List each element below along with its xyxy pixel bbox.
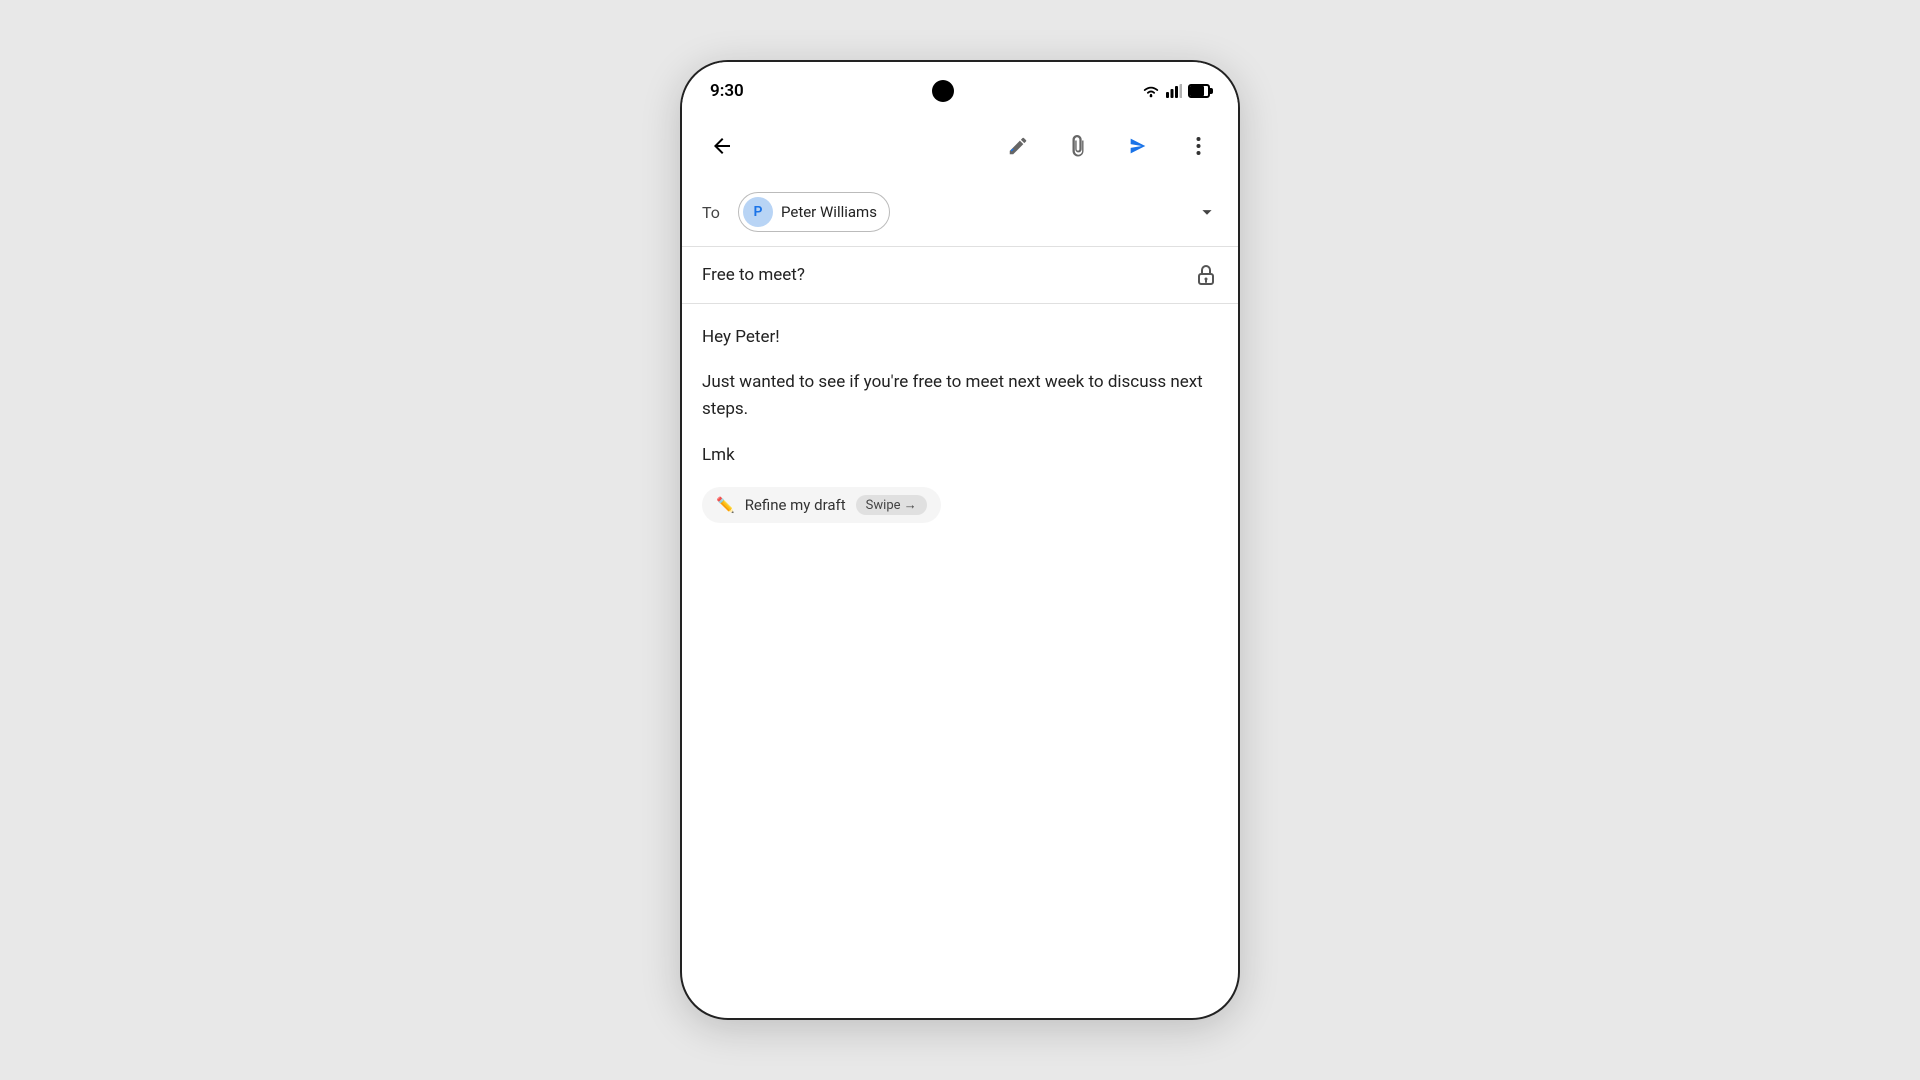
wifi-icon [1142, 84, 1160, 98]
status-bar: 9:30 [682, 62, 1238, 114]
refine-draft-bar[interactable]: ✏️ Refine my draft Swipe → [702, 487, 941, 523]
swipe-badge: Swipe → [856, 495, 927, 515]
to-label: To [702, 203, 726, 222]
body-paragraph: Just wanted to see if you're free to mee… [702, 369, 1218, 423]
to-field[interactable]: To P Peter Williams [682, 178, 1238, 247]
more-button[interactable] [1178, 126, 1218, 166]
swipe-text: Swipe → [866, 497, 917, 513]
body-greeting: Hey Peter! [702, 324, 1218, 351]
toolbar [682, 114, 1238, 178]
recipient-name: Peter Williams [781, 203, 877, 221]
battery-icon [1188, 84, 1210, 98]
edit-button[interactable] [998, 126, 1038, 166]
lock-icon[interactable] [1194, 263, 1218, 287]
send-button[interactable] [1118, 126, 1158, 166]
refine-icon: ✏️ [716, 496, 735, 514]
expand-recipients-button[interactable] [1196, 201, 1218, 223]
subject-text: Free to meet? [702, 265, 1194, 285]
status-icons [1142, 84, 1210, 98]
body-signoff: Lmk [702, 442, 1218, 469]
subject-field[interactable]: Free to meet? [682, 247, 1238, 304]
signal-icon [1166, 84, 1182, 98]
refine-text: Refine my draft [745, 496, 846, 514]
attach-button[interactable] [1058, 126, 1098, 166]
back-button[interactable] [702, 126, 742, 166]
body-content: Hey Peter! Just wanted to see if you're … [702, 324, 1218, 469]
email-body[interactable]: Hey Peter! Just wanted to see if you're … [682, 304, 1238, 1018]
camera-notch [932, 80, 954, 102]
status-time: 9:30 [710, 81, 744, 101]
recipient-avatar: P [743, 197, 773, 227]
recipient-chip[interactable]: P Peter Williams [738, 192, 890, 232]
phone-frame: 9:30 [680, 60, 1240, 1020]
